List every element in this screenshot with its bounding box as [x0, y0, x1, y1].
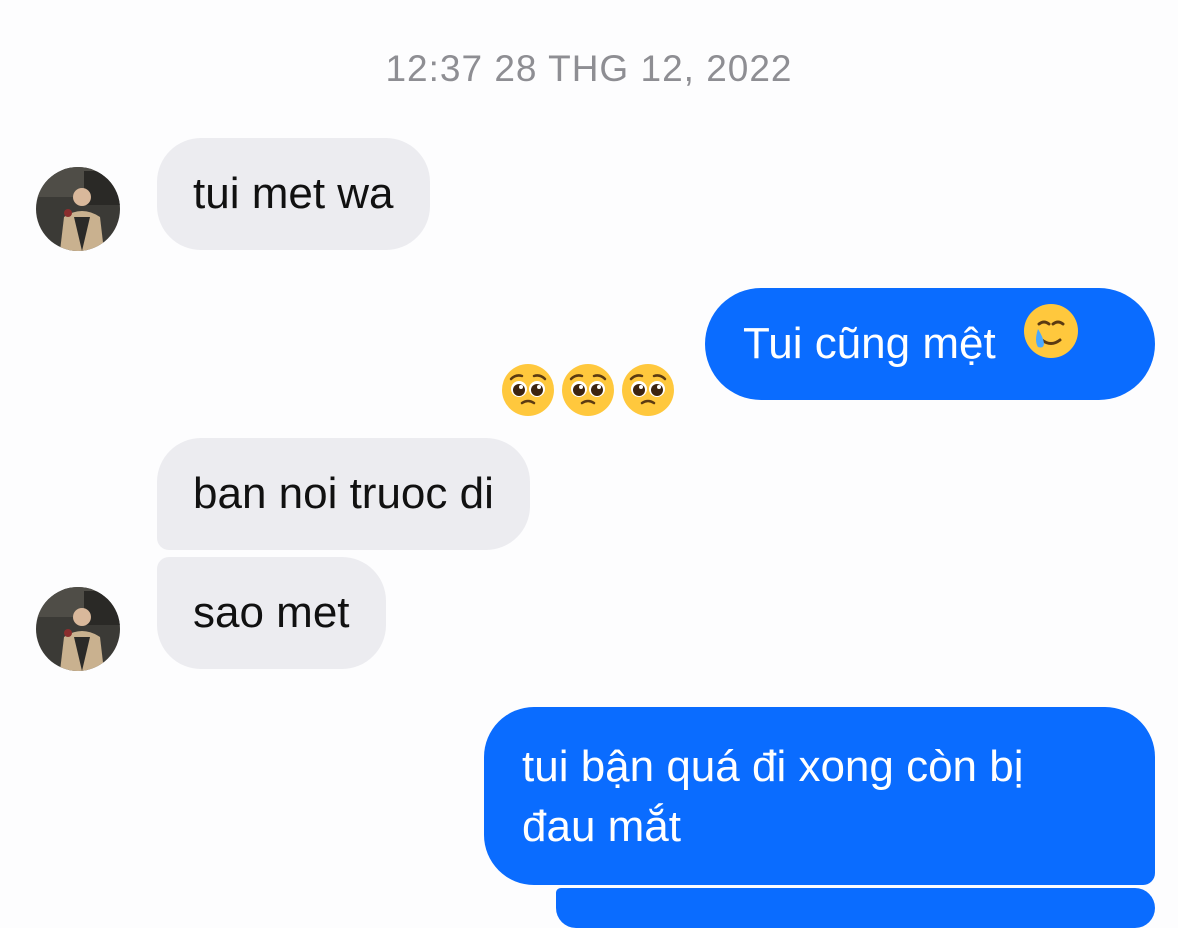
pleading-face-icon — [620, 362, 676, 418]
message-text-line: tui bận quá đi xong còn bị — [522, 742, 1024, 791]
received-message-bubble[interactable]: ban noi truoc di — [157, 438, 530, 550]
message-text: ban noi truoc di — [193, 469, 494, 518]
chat-timestamp: 12:37 28 THG 12, 2022 — [385, 48, 793, 89]
received-message-bubble[interactable]: sao met — [157, 557, 386, 669]
message-text: tui met wa — [193, 169, 394, 218]
sent-message-bubble[interactable]: tui bận quá đi xong còn bị đau mắt — [484, 707, 1155, 885]
message-text-line: đau mắt — [522, 802, 681, 851]
message-text: Tui cũng mệt — [743, 319, 996, 368]
pleading-face-icon — [500, 362, 556, 418]
pleading-face-icon — [560, 362, 616, 418]
contact-avatar[interactable] — [36, 587, 120, 671]
message-reactions[interactable] — [500, 362, 676, 418]
contact-avatar[interactable] — [36, 167, 120, 251]
crying-smile-icon — [1022, 290, 1080, 402]
message-text: sao met — [193, 588, 350, 637]
received-message-bubble[interactable]: tui met wa — [157, 138, 430, 250]
sent-message-bubble[interactable]: Tui cũng mệt — [705, 288, 1155, 400]
sent-message-bubble-partial[interactable] — [556, 888, 1155, 928]
